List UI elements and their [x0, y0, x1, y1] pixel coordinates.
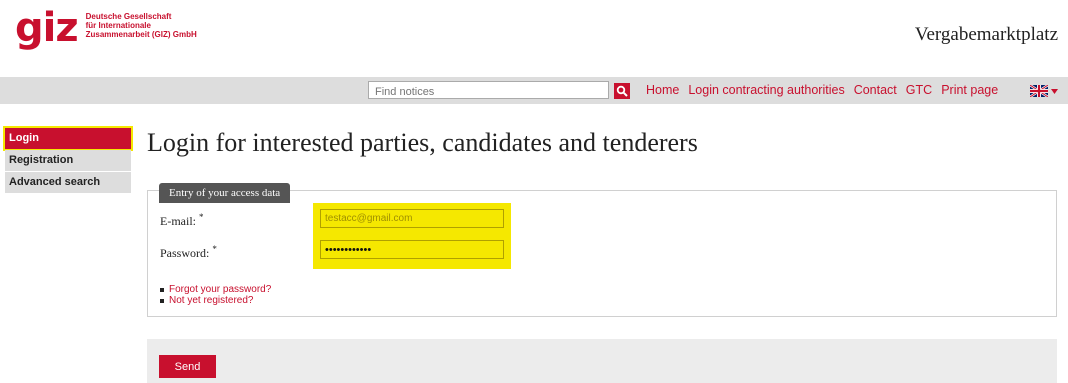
- sidebar-item-registration[interactable]: Registration: [5, 150, 131, 171]
- password-field[interactable]: [320, 240, 504, 259]
- nav-gtc[interactable]: GTC: [906, 83, 932, 97]
- fieldset-legend: Entry of your access data: [159, 183, 291, 203]
- help-links: Forgot your password? Not yet registered…: [160, 284, 271, 306]
- password-label: Password: *: [160, 244, 217, 261]
- not-registered-link[interactable]: Not yet registered?: [169, 295, 254, 306]
- logo-line: Deutsche Gesellschaft: [85, 12, 172, 21]
- required-mark: *: [212, 244, 217, 254]
- bullet-icon: [160, 287, 164, 292]
- header: giz Deutsche Gesellschaft für Internatio…: [0, 0, 1068, 74]
- search-icon: [616, 85, 628, 97]
- list-item: Forgot your password?: [160, 284, 271, 295]
- page-title: Login for interested parties, candidates…: [147, 128, 698, 157]
- email-label-text: E-mail:: [160, 214, 196, 228]
- required-mark: *: [199, 212, 204, 222]
- site-title: Vergabemarktplatz: [914, 24, 1058, 45]
- access-data-fieldset: [147, 190, 1057, 317]
- form-actions-bar: [147, 339, 1057, 383]
- email-label: E-mail: *: [160, 212, 204, 229]
- sidebar-item-advanced-search[interactable]: Advanced search: [5, 172, 131, 193]
- forgot-password-link[interactable]: Forgot your password?: [169, 284, 271, 295]
- password-label-text: Password:: [160, 246, 210, 260]
- nav-print-page[interactable]: Print page: [941, 83, 998, 97]
- chevron-down-icon: [1051, 88, 1058, 94]
- search-box: [368, 81, 609, 100]
- sidebar: Login Registration Advanced search: [5, 128, 131, 194]
- logo-line: für Internationale: [85, 21, 151, 30]
- giz-logo[interactable]: giz Deutsche Gesellschaft für Internatio…: [15, 5, 197, 51]
- list-item: Not yet registered?: [160, 295, 271, 306]
- logo-mark: giz: [15, 5, 79, 51]
- logo-text: Deutsche Gesellschaft für Internationale…: [86, 12, 197, 39]
- search-input[interactable]: [369, 84, 605, 100]
- nav-home[interactable]: Home: [646, 83, 679, 97]
- logo-line: Zusammenarbeit (GIZ) GmbH: [85, 30, 197, 39]
- nav-contact[interactable]: Contact: [854, 83, 897, 97]
- nav-login-contracting-authorities[interactable]: Login contracting authorities: [688, 83, 844, 97]
- uk-flag-icon: [1030, 85, 1048, 97]
- bullet-icon: [160, 298, 164, 303]
- email-field[interactable]: [320, 209, 504, 228]
- top-navbar: Home Login contracting authorities Conta…: [0, 77, 1068, 104]
- nav-links: Home Login contracting authorities Conta…: [646, 83, 998, 97]
- language-selector[interactable]: [1030, 85, 1058, 97]
- send-button[interactable]: Send: [159, 355, 216, 378]
- search-button[interactable]: [614, 83, 630, 99]
- sidebar-item-login[interactable]: Login: [5, 128, 131, 149]
